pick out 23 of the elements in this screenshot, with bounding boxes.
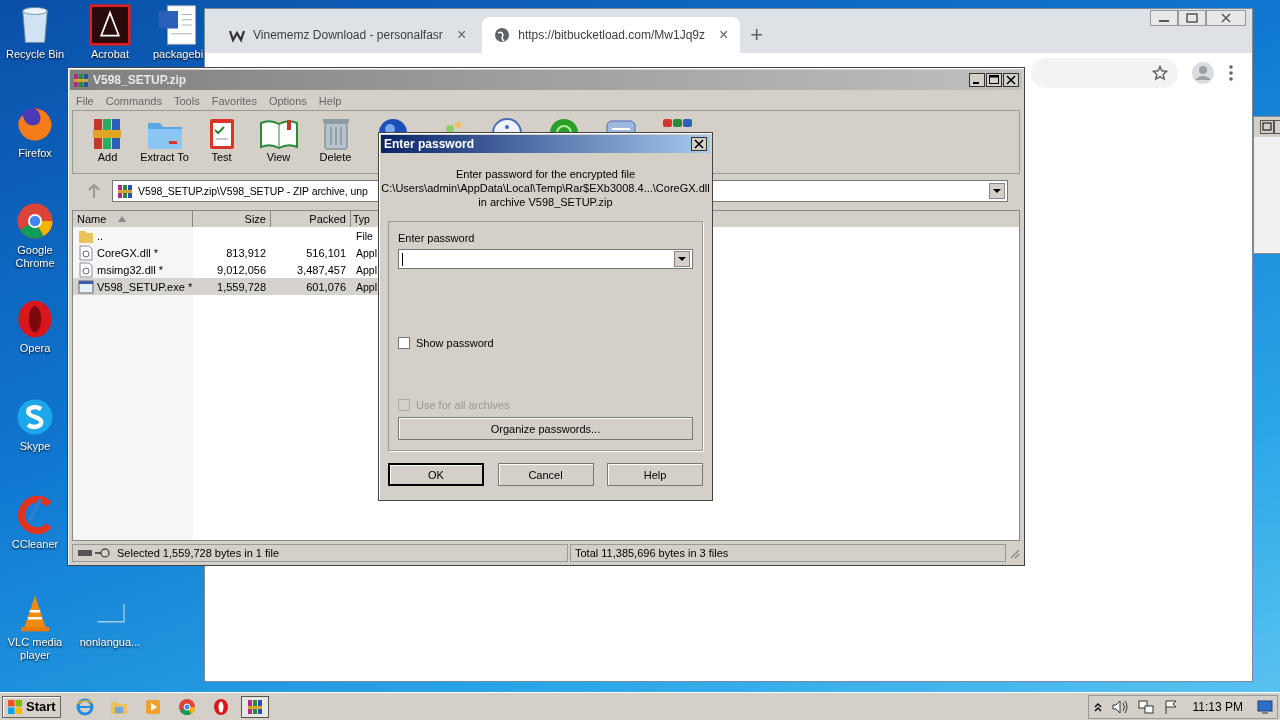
file-type: Appl xyxy=(356,280,377,293)
field-label: Enter password xyxy=(398,232,476,244)
window-title: V598_SETUP.zip xyxy=(93,73,188,87)
file-size: 813,912 xyxy=(226,246,266,259)
tab-title: Vinememz Download - personalfasr xyxy=(253,28,443,42)
file-type: Appl xyxy=(356,263,377,276)
file-name: CoreGX.dll * xyxy=(97,246,159,259)
packed-size: 3,487,457 xyxy=(297,263,346,276)
file-type: Appl xyxy=(356,246,377,259)
file-name: msimg32.dll * xyxy=(97,263,164,276)
status-text: Selected 1,559,728 bytes in 1 file xyxy=(117,547,280,559)
tab-title: https://bitbucketload.com/Mw1Jq9z xyxy=(518,28,705,42)
packed-size: 601,076 xyxy=(306,280,346,293)
dialog-message: Enter password for the encrypted file xyxy=(455,167,636,181)
dialog-title: Enter password xyxy=(384,137,475,151)
packed-size: 516,101 xyxy=(306,246,346,259)
dialog-message: C:\Users\admin\AppData\Local\Temp\Rar$EXb3008.4...\CoreGX.dll xyxy=(381,181,710,195)
file-size: 1,559,728 xyxy=(217,280,266,293)
status-text: Total 11,385,696 bytes in 3 files xyxy=(575,547,729,559)
file-type: File xyxy=(356,229,373,242)
file-size: 9,012,056 xyxy=(217,263,266,276)
file-name: V598_SETUP.exe * xyxy=(97,280,193,293)
file-name: .. xyxy=(97,229,104,242)
